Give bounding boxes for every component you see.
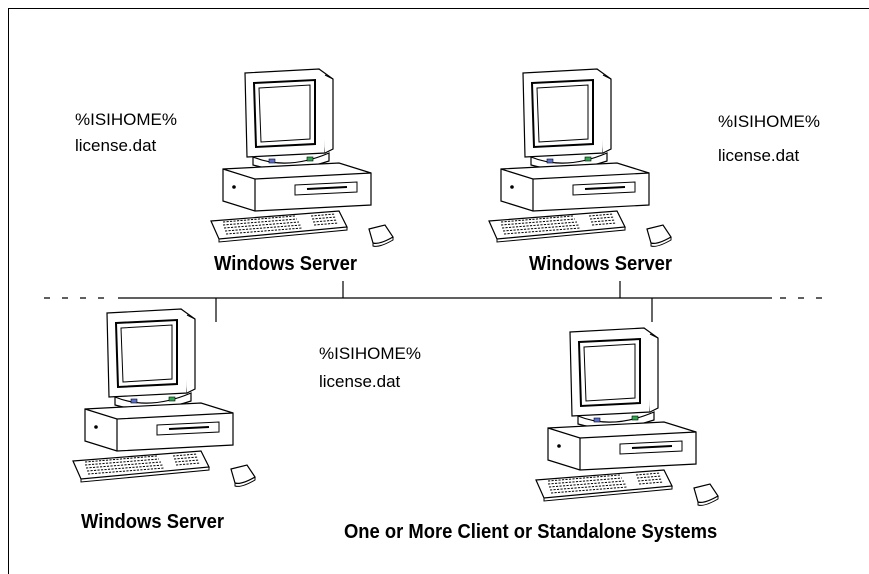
server-1-caption: Windows Server: [214, 253, 357, 275]
server-2-caption: Windows Server: [529, 253, 672, 275]
server-3-caption: Windows Server: [81, 511, 224, 533]
server-3-file-label: license.dat: [319, 372, 401, 391]
server-2-path-label: %ISIHOME%: [718, 112, 821, 131]
diagram-canvas: [44, 68, 830, 507]
network-diagram: %ISIHOME% license.dat Windows Server %IS…: [0, 0, 869, 574]
desktop-computer-icon: [488, 68, 672, 248]
server-2-file-label: license.dat: [718, 146, 800, 165]
server-1-file-label: license.dat: [75, 136, 157, 155]
clients-caption: One or More Client or Standalone Systems: [344, 521, 718, 543]
desktop-computer-icon: [535, 327, 719, 507]
desktop-computer-icon: [72, 308, 256, 488]
server-3-path-label: %ISIHOME%: [319, 344, 422, 363]
server-1-path-label: %ISIHOME%: [75, 110, 178, 129]
desktop-computer-icon: [210, 68, 394, 248]
